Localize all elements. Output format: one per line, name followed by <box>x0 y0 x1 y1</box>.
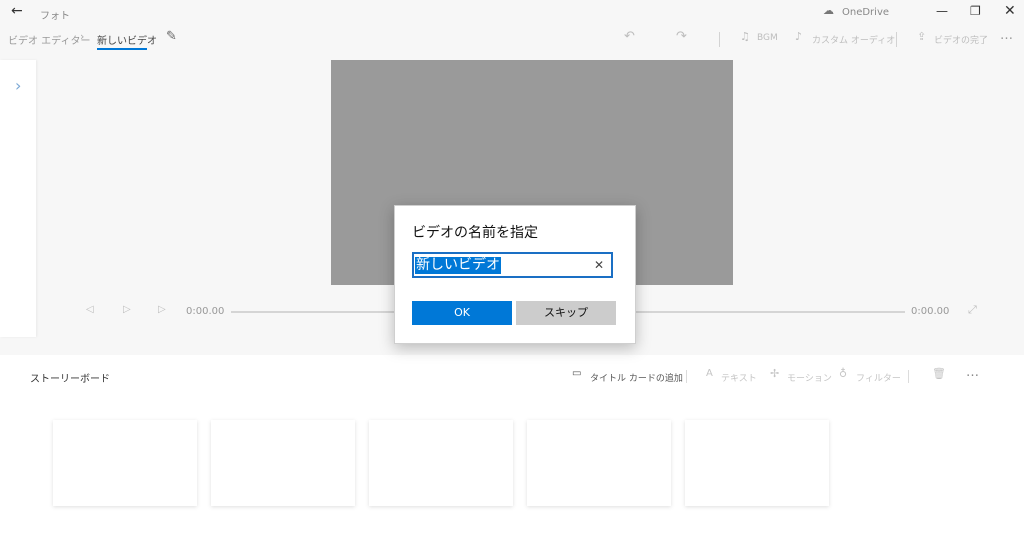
more-options-icon[interactable]: … <box>1000 28 1013 43</box>
storyboard-more-icon[interactable]: … <box>966 365 979 380</box>
timeline-track-right[interactable] <box>633 311 905 313</box>
onedrive-label[interactable]: OneDrive <box>842 7 889 18</box>
toolbar-divider <box>908 370 909 383</box>
export-icon: ⇪ <box>917 30 927 43</box>
chevron-right-icon: › <box>80 30 85 43</box>
trash-icon[interactable]: 🗑 <box>932 368 946 379</box>
dialog-title: ビデオの名前を指定 <box>412 225 538 241</box>
storyboard-title: ストーリーボード <box>30 374 110 385</box>
custom-audio-button[interactable]: カスタム オーディオ <box>812 33 895 46</box>
app-name: フォト <box>40 11 70 22</box>
fullscreen-icon[interactable]: ⤢ <box>968 304 977 315</box>
previous-frame-icon[interactable]: ◁ <box>86 305 94 315</box>
motion-icon: ✢ <box>770 367 780 380</box>
current-time: 0:00.00 <box>186 306 225 317</box>
play-icon[interactable]: ▷ <box>123 305 131 315</box>
minimize-icon[interactable]: — <box>936 5 948 17</box>
redo-icon[interactable]: ↷ <box>676 30 687 43</box>
pencil-icon[interactable]: ✎ <box>166 30 177 43</box>
breadcrumb-root[interactable]: ビデオ エディター <box>8 32 90 47</box>
toolbar-divider <box>896 32 897 47</box>
storyboard-card[interactable] <box>685 420 829 506</box>
image-icon: ▭ <box>572 368 582 379</box>
next-frame-icon[interactable]: ▷ <box>158 305 166 315</box>
storyboard-card[interactable] <box>527 420 671 506</box>
undo-icon[interactable]: ↶ <box>624 30 635 43</box>
title-bar: ← フォト ☁ OneDrive — ❐ ✕ <box>0 0 1024 26</box>
total-time: 0:00.00 <box>911 306 950 317</box>
music-note-icon: ♫ <box>740 30 750 43</box>
rename-video-dialog: ビデオの名前を指定 新しいビデオ ✕ OK スキップ <box>394 205 636 344</box>
bgm-button[interactable]: BGM <box>757 33 778 43</box>
add-title-card-button[interactable]: タイトル カードの追加 <box>590 371 683 384</box>
breadcrumb-current[interactable]: 新しいビデオ <box>97 32 157 47</box>
toolbar-divider <box>686 370 687 383</box>
storyboard-card[interactable] <box>211 420 355 506</box>
custom-audio-icon: ♪ <box>795 30 803 43</box>
finish-video-button[interactable]: ビデオの完了 <box>934 33 988 46</box>
project-library-pane: › <box>0 60 36 337</box>
filter-icon: ♁ <box>839 367 848 380</box>
skip-button[interactable]: スキップ <box>516 301 616 325</box>
motion-button[interactable]: モーション <box>787 371 832 384</box>
timeline-track-left[interactable] <box>231 311 396 313</box>
video-name-value[interactable]: 新しいビデオ <box>415 257 501 274</box>
clear-icon[interactable]: ✕ <box>594 258 604 272</box>
cloud-icon: ☁ <box>823 4 834 17</box>
editor-header: ビデオ エディター › 新しいビデオ ✎ ↶ ↷ ♫ BGM ♪ カスタム オー… <box>0 26 1024 54</box>
toolbar-divider <box>719 32 720 47</box>
restore-icon[interactable]: ❐ <box>970 5 981 17</box>
breadcrumb-underline <box>97 48 147 50</box>
text-icon: A <box>706 368 713 379</box>
chevron-right-icon[interactable]: › <box>15 78 21 94</box>
ok-button[interactable]: OK <box>412 301 512 325</box>
text-button[interactable]: テキスト <box>721 371 757 384</box>
back-arrow-icon[interactable]: ← <box>11 4 23 18</box>
filter-button[interactable]: フィルター <box>856 371 901 384</box>
video-name-input[interactable]: 新しいビデオ ✕ <box>412 252 613 278</box>
storyboard-card[interactable] <box>53 420 197 506</box>
close-icon[interactable]: ✕ <box>1004 4 1016 18</box>
storyboard-card[interactable] <box>369 420 513 506</box>
